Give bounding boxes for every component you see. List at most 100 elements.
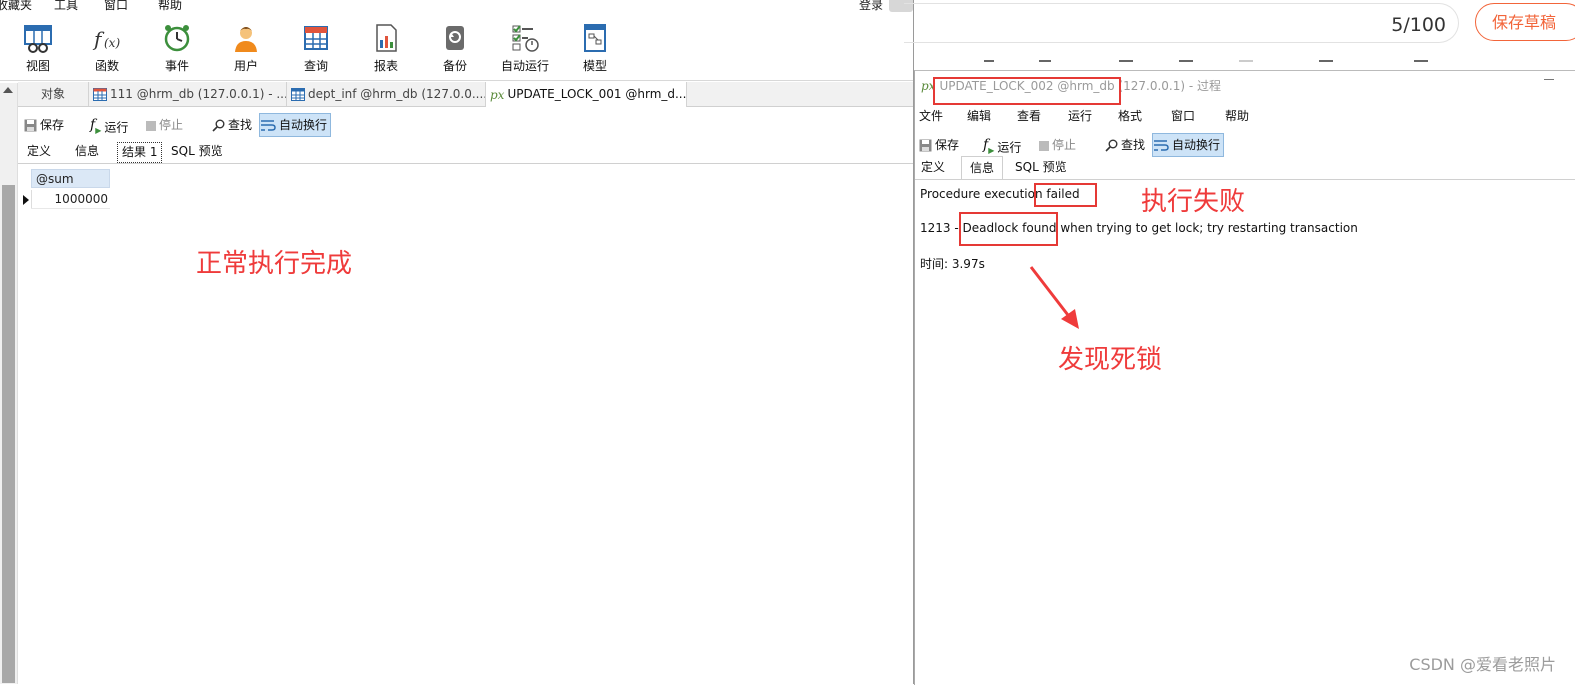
find-label: 查找 xyxy=(1121,138,1146,152)
scroll-up-arrow-icon[interactable] xyxy=(3,87,13,93)
left-action-toolbar: 保存 f▶ 运行 停止 查找 自动换行 xyxy=(18,110,913,138)
user-icon xyxy=(235,27,257,52)
minimize-icon[interactable] xyxy=(1544,79,1554,80)
left-menu-bar: 收藏夹 工具 窗口 帮助 登录 xyxy=(0,0,913,12)
toolbar-backup-label: 备份 xyxy=(442,59,467,73)
document-tab-bar: 对象 111 @hrm_db (127.0.0.1) - ... dept_in… xyxy=(18,82,913,107)
toolbar-query-label: 查询 xyxy=(303,59,328,73)
procedure-action-toolbar: 保存 f▶ 运行 停止 查找 自动换行 xyxy=(915,130,1575,157)
tab-dept-inf[interactable]: dept_inf @hrm_db (127.0.0.... xyxy=(287,82,486,106)
menu-window[interactable]: 窗口 xyxy=(1171,107,1195,124)
save-button[interactable]: 保存 xyxy=(919,134,959,156)
stop-icon xyxy=(1039,140,1049,151)
table-icon xyxy=(93,88,107,101)
backup-icon xyxy=(446,26,464,50)
event-clock-icon xyxy=(164,25,190,52)
run-label: 运行 xyxy=(104,120,129,135)
menu-favorites[interactable]: 收藏夹 xyxy=(0,0,32,12)
title-input-field[interactable]: 5/100 xyxy=(904,3,1459,43)
run-button[interactable]: f▶ 运行 xyxy=(90,114,128,136)
current-row-arrow-icon xyxy=(23,195,29,205)
save-disk-icon xyxy=(919,139,932,152)
scrollbar-thumb[interactable] xyxy=(2,185,15,683)
highlight-box-failed xyxy=(1034,183,1097,207)
run-label: 运行 xyxy=(997,140,1022,155)
auto-run-icon xyxy=(512,25,539,52)
menu-run[interactable]: 运行 xyxy=(1068,107,1092,124)
toolbar-view-button[interactable]: 视图 xyxy=(8,22,68,74)
toolbar-event-button[interactable]: 事件 xyxy=(147,22,207,74)
menu-help[interactable]: 帮助 xyxy=(158,0,182,12)
subtab-sql-preview[interactable]: SQL 预览 xyxy=(167,141,227,162)
login-link[interactable]: 登录 xyxy=(859,0,883,12)
toolbar-function-label: 函数 xyxy=(94,59,119,73)
stop-label: 停止 xyxy=(1052,138,1077,152)
save-button[interactable]: 保存 xyxy=(24,114,64,136)
model-icon xyxy=(584,24,606,52)
result-cell[interactable]: 1000000 xyxy=(31,190,110,209)
vertical-scrollbar[interactable] xyxy=(0,83,18,684)
stop-icon xyxy=(146,120,156,131)
stop-button[interactable]: 停止 xyxy=(1039,134,1076,156)
menu-tools[interactable]: 工具 xyxy=(54,0,78,12)
subtab-definition[interactable]: 定义 xyxy=(23,141,55,162)
toolbar-auto-run-label: 自动运行 xyxy=(500,59,549,73)
toolbar-user-button[interactable]: 用户 xyxy=(216,22,276,74)
subtab-info[interactable]: 信息 xyxy=(71,141,103,162)
tab-objects-label: 对象 xyxy=(40,87,65,101)
procedure-icon: px xyxy=(490,87,505,102)
annotation-normal-complete: 正常执行完成 xyxy=(196,249,353,279)
toolbar-user-label: 用户 xyxy=(233,59,258,73)
search-icon xyxy=(1105,139,1118,152)
subtab-definition[interactable]: 定义 xyxy=(917,157,949,178)
find-button[interactable]: 查找 xyxy=(1105,134,1145,156)
find-label: 查找 xyxy=(228,118,253,132)
toolbar-report-button[interactable]: 报表 xyxy=(356,22,416,74)
menu-file[interactable]: 文件 xyxy=(919,107,943,124)
red-arrow-icon xyxy=(1029,266,1079,329)
find-button[interactable]: 查找 xyxy=(212,114,252,136)
query-icon xyxy=(304,26,328,50)
view-icon xyxy=(24,25,52,53)
run-button[interactable]: f▶ 运行 xyxy=(983,134,1021,156)
toolbar-auto-run-button[interactable]: 自动运行 xyxy=(495,22,555,74)
word-wrap-label: 自动换行 xyxy=(279,118,328,132)
menu-format[interactable]: 格式 xyxy=(1118,107,1142,124)
save-draft-button[interactable]: 保存草稿 xyxy=(1475,3,1575,41)
search-icon xyxy=(212,119,225,132)
procedure-window: px UPDATE_LOCK_002 @hrm_db (127.0.0.1) - … xyxy=(914,70,1575,685)
subtab-info[interactable]: 信息 xyxy=(961,156,1004,179)
word-wrap-toggle[interactable]: 自动换行 xyxy=(259,113,332,137)
title-word-count: 5/100 xyxy=(1391,14,1446,36)
menu-window[interactable]: 窗口 xyxy=(104,0,128,12)
toolbar-function-button[interactable]: f (x) 函数 xyxy=(77,22,137,74)
toolbar-model-button[interactable]: 模型 xyxy=(565,22,625,74)
subtab-result-1[interactable]: 结果 1 xyxy=(117,142,163,163)
toolbar-query-button[interactable]: 查询 xyxy=(286,22,346,74)
stop-button[interactable]: 停止 xyxy=(146,114,183,136)
tab-111-label: 111 @hrm_db (127.0.0.1) - ... xyxy=(110,87,287,101)
menu-view[interactable]: 查看 xyxy=(1017,107,1041,124)
toolbar-view-label: 视图 xyxy=(25,59,50,73)
blog-editor-bar: 5/100 保存草稿 xyxy=(904,0,1575,70)
table-icon xyxy=(291,88,305,101)
toolbar-model-label: 模型 xyxy=(582,59,607,73)
main-toolbar: 视图 f (x) 函数 事件 用户 查询 报表 备份 自动运行 模型 xyxy=(0,12,913,81)
procedure-subtabs: 定义 信息 SQL 预览 xyxy=(915,156,1575,180)
save-label: 保存 xyxy=(40,118,65,132)
menu-help[interactable]: 帮助 xyxy=(1225,107,1249,124)
tab-111-table[interactable]: 111 @hrm_db (127.0.0.1) - ... xyxy=(89,82,287,106)
left-result-subtabs: 定义 信息 结果 1 SQL 预览 xyxy=(18,141,913,164)
word-wrap-toggle[interactable]: 自动换行 xyxy=(1152,133,1225,157)
menu-edit[interactable]: 编辑 xyxy=(967,107,991,124)
annotation-execution-failed: 执行失败 xyxy=(1141,187,1246,217)
tab-objects[interactable]: 对象 xyxy=(18,82,89,106)
highlight-box-deadlock xyxy=(959,212,1058,246)
function-icon: f (x) xyxy=(92,27,120,51)
result-column-header[interactable]: @sum xyxy=(31,169,110,188)
subtab-sql-preview[interactable]: SQL 预览 xyxy=(1011,157,1071,178)
run-function-icon: f▶ xyxy=(90,117,102,135)
toolbar-backup-button[interactable]: 备份 xyxy=(425,22,485,74)
tab-update-lock-001[interactable]: px UPDATE_LOCK_001 @hrm_d... xyxy=(486,82,687,107)
report-icon xyxy=(376,24,397,52)
